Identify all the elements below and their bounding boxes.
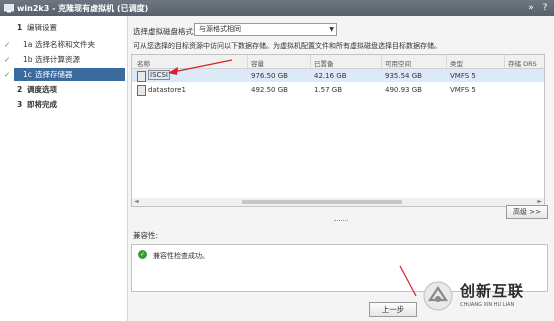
virtual-machine-icon bbox=[4, 4, 14, 13]
scroll-left-icon[interactable]: ◄ bbox=[134, 198, 139, 205]
datastore-icon bbox=[137, 85, 146, 96]
datastore-capacity: 976.50 GB bbox=[251, 72, 288, 80]
watermark: 创新互联 CHUANG XIN HU LIAN bbox=[418, 274, 554, 321]
step-number: 3 bbox=[17, 100, 23, 109]
wizard-steps-pane: 1 编辑设置 ✓ 1a 选择名称和文件夹 ✓ 1b 选择计算资源 ✓ 1c 选择… bbox=[0, 16, 128, 321]
column-divider[interactable] bbox=[446, 55, 447, 68]
disk-format-select[interactable]: 与源格式相同 ▼ bbox=[194, 23, 337, 36]
compatibility-message: 兼容性检查成功。 bbox=[153, 252, 209, 260]
expand-icon[interactable]: » bbox=[526, 3, 536, 13]
wizard-step-ready-to-complete[interactable]: 3 即将完成 bbox=[0, 98, 127, 111]
step-number: 1 bbox=[17, 23, 23, 32]
step-label: 选择存储器 bbox=[35, 70, 73, 79]
column-header-free[interactable]: 可用空间 bbox=[385, 58, 411, 68]
wizard-step-name-folder[interactable]: ✓ 1a 选择名称和文件夹 bbox=[0, 38, 127, 51]
window-titlebar: win2k3 - 克隆现有虚拟机 (已调度) » ? bbox=[0, 0, 554, 16]
watermark-text-en: CHUANG XIN HU LIAN bbox=[460, 302, 515, 308]
step-number: 1c bbox=[23, 70, 32, 79]
datastore-capacity: 492.50 GB bbox=[251, 86, 288, 94]
step-label: 编辑设置 bbox=[27, 23, 57, 32]
step-label: 选择计算资源 bbox=[35, 55, 80, 64]
column-header-name[interactable]: 名称 bbox=[137, 58, 150, 68]
column-header-type[interactable]: 类型 bbox=[450, 58, 463, 68]
datastore-hint-text: 可从您选择的目标资源中访问以下数据存储。为虚拟机配置文件和所有虚拟磁盘选择目标数… bbox=[133, 42, 441, 50]
datastore-name: ISCSI bbox=[148, 70, 170, 80]
table-row[interactable]: datastore1 492.50 GB 1.57 GB 490.93 GB V… bbox=[132, 83, 544, 96]
datastore-name: datastore1 bbox=[148, 86, 186, 94]
check-icon: ✓ bbox=[4, 40, 11, 49]
column-divider[interactable] bbox=[381, 55, 382, 68]
step-number: 2 bbox=[17, 85, 23, 94]
datastore-provisioned: 42.16 GB bbox=[314, 72, 347, 80]
step-label: 选择名称和文件夹 bbox=[35, 40, 95, 49]
help-icon[interactable]: ? bbox=[540, 3, 550, 13]
wizard-step-edit-settings[interactable]: 1 编辑设置 bbox=[0, 21, 127, 34]
disk-format-value: 与源格式相同 bbox=[199, 25, 241, 33]
step-number: 1a bbox=[23, 40, 33, 49]
datastore-provisioned: 1.57 GB bbox=[314, 86, 343, 94]
chevron-down-icon: ▼ bbox=[329, 26, 334, 33]
check-icon: ✓ bbox=[4, 55, 11, 64]
table-header: 名称 容量 已置备 可用空间 类型 存储 DRS bbox=[132, 55, 544, 69]
scrollbar-thumb[interactable] bbox=[242, 200, 402, 204]
table-row[interactable]: ISCSI 976.50 GB 42.16 GB 935.54 GB VMFS … bbox=[132, 69, 544, 82]
datastore-type: VMFS 5 bbox=[450, 86, 476, 94]
window-title: win2k3 - 克隆现有虚拟机 (已调度) bbox=[17, 4, 149, 13]
datastore-icon bbox=[137, 71, 146, 82]
compatibility-label: 兼容性: bbox=[133, 231, 159, 240]
wizard-step-select-storage[interactable]: 1c 选择存储器 bbox=[14, 68, 125, 81]
scroll-right-icon[interactable]: ► bbox=[537, 198, 542, 205]
back-button[interactable]: 上一步 bbox=[369, 302, 417, 317]
horizontal-scrollbar[interactable]: ◄ ► bbox=[131, 198, 545, 207]
datastore-type: VMFS 5 bbox=[450, 72, 476, 80]
wizard-step-compute-resource[interactable]: ✓ 1b 选择计算资源 bbox=[0, 53, 127, 66]
step-label: 即将完成 bbox=[27, 100, 57, 109]
column-header-storage-drs[interactable]: 存储 DRS bbox=[508, 58, 537, 68]
splitter-grip[interactable] bbox=[334, 220, 348, 223]
datastore-table: 名称 容量 已置备 可用空间 类型 存储 DRS ISCSI 976.50 GB… bbox=[131, 54, 545, 200]
column-divider[interactable] bbox=[310, 55, 311, 68]
column-divider[interactable] bbox=[504, 55, 505, 68]
advanced-button[interactable]: 高级 >> bbox=[506, 205, 548, 219]
check-circle-icon: ✓ bbox=[138, 250, 147, 259]
watermark-text-cn: 创新互联 bbox=[460, 282, 525, 300]
wizard-step-schedule-options[interactable]: 2 调度选项 bbox=[0, 83, 127, 96]
column-header-capacity[interactable]: 容量 bbox=[251, 58, 264, 68]
column-header-provisioned[interactable]: 已置备 bbox=[314, 58, 334, 68]
datastore-free: 490.93 GB bbox=[385, 86, 422, 94]
brand-logo-icon bbox=[423, 281, 453, 311]
panel-splitter[interactable] bbox=[128, 220, 554, 223]
datastore-free: 935.54 GB bbox=[385, 72, 422, 80]
step-label: 调度选项 bbox=[27, 85, 57, 94]
step-number: 1b bbox=[23, 55, 33, 64]
disk-format-label: 选择虚拟磁盘格式: bbox=[133, 27, 196, 36]
column-divider[interactable] bbox=[247, 55, 248, 68]
